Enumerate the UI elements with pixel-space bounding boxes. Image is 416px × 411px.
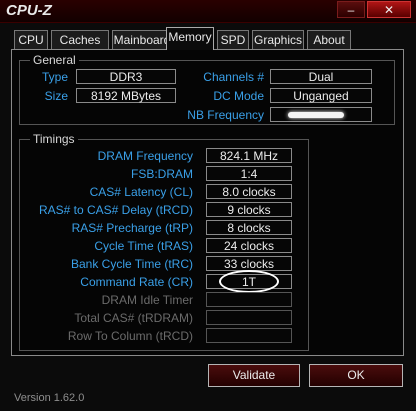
command-rate-label: Command Rate (CR) bbox=[80, 275, 193, 289]
cas-latency-value: 8.0 clocks bbox=[206, 184, 292, 199]
bank-cycle-time-value: 33 clocks bbox=[206, 256, 292, 271]
tab-about[interactable]: About bbox=[307, 30, 351, 49]
size-label: Size bbox=[44, 89, 68, 103]
total-cas-label: Total CAS# (tRDRAM) bbox=[74, 311, 193, 325]
channels-label: Channels # bbox=[203, 70, 264, 84]
title-bar[interactable]: CPU-Z – ✕ bbox=[0, 0, 416, 23]
general-group: General Type DDR3 Size 8192 MBytes Chann… bbox=[19, 53, 395, 125]
validate-button[interactable]: Validate bbox=[208, 364, 300, 387]
tab-spd[interactable]: SPD bbox=[217, 30, 249, 49]
tab-graphics[interactable]: Graphics bbox=[252, 30, 304, 49]
minimize-button[interactable]: – bbox=[337, 1, 365, 18]
timings-title: Timings bbox=[30, 132, 78, 146]
total-cas-value bbox=[206, 310, 292, 325]
cycle-time-label: Cycle Time (tRAS) bbox=[94, 239, 193, 253]
bank-cycle-time-label: Bank Cycle Time (tRC) bbox=[70, 257, 193, 271]
size-value: 8192 MBytes bbox=[76, 88, 176, 103]
timings-group: Timings DRAM Frequency 824.1 MHz FSB:DRA… bbox=[19, 132, 309, 351]
nb-frequency-label: NB Frequency bbox=[187, 108, 264, 122]
tab-mainboard[interactable]: Mainboard bbox=[112, 30, 172, 49]
redaction-mark bbox=[288, 112, 344, 118]
command-rate-value: 1T bbox=[206, 270, 292, 293]
app-title: CPU-Z bbox=[6, 2, 52, 19]
cas-latency-label: CAS# Latency (CL) bbox=[89, 185, 193, 199]
type-label: Type bbox=[41, 70, 68, 84]
dram-idle-timer-value bbox=[206, 292, 292, 307]
cpu-z-window: CPU-Z – ✕ CPU Caches Mainboard Memory SP… bbox=[0, 0, 416, 411]
row-to-column-label: Row To Column (tRCD) bbox=[67, 329, 193, 343]
nb-frequency-value bbox=[270, 107, 372, 122]
fsb-dram-label: FSB:DRAM bbox=[130, 167, 193, 181]
type-value: DDR3 bbox=[76, 69, 176, 84]
tab-cpu[interactable]: CPU bbox=[14, 30, 48, 49]
ok-button[interactable]: OK bbox=[309, 364, 403, 387]
dc-mode-label: DC Mode bbox=[213, 89, 264, 103]
memory-panel: General Type DDR3 Size 8192 MBytes Chann… bbox=[11, 49, 404, 356]
tab-caches[interactable]: Caches bbox=[51, 30, 109, 49]
ras-to-cas-value: 9 clocks bbox=[206, 202, 292, 217]
dc-mode-value: Unganged bbox=[270, 88, 372, 103]
ras-to-cas-label: RAS# to CAS# Delay (tRCD) bbox=[38, 203, 193, 217]
ras-precharge-label: RAS# Precharge (tRP) bbox=[71, 221, 193, 235]
general-title: General bbox=[30, 53, 79, 67]
row-to-column-value bbox=[206, 328, 292, 343]
fsb-dram-value: 1:4 bbox=[206, 166, 292, 181]
cycle-time-value: 24 clocks bbox=[206, 238, 292, 253]
dram-idle-timer-label: DRAM Idle Timer bbox=[101, 293, 193, 307]
channels-value: Dual bbox=[270, 69, 372, 84]
tab-memory[interactable]: Memory bbox=[166, 27, 214, 50]
highlight-circle bbox=[219, 270, 279, 293]
close-button[interactable]: ✕ bbox=[367, 1, 411, 18]
ras-precharge-value: 8 clocks bbox=[206, 220, 292, 235]
version-label: Version 1.62.0 bbox=[14, 392, 85, 404]
dram-frequency-value: 824.1 MHz bbox=[206, 148, 292, 163]
dram-frequency-label: DRAM Frequency bbox=[97, 149, 193, 163]
